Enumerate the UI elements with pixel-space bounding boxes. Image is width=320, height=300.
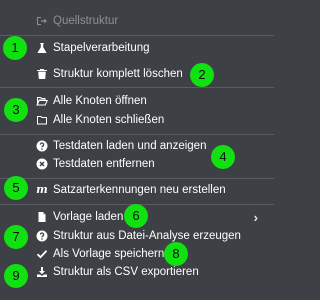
trash-icon	[36, 68, 48, 80]
times-circle-icon	[36, 158, 48, 170]
menu-item-label: Vorlage laden	[53, 211, 124, 223]
menu-item-datei-analyse[interactable]: Struktur aus Datei-Analyse erzeugen	[36, 227, 274, 245]
menu-item-knoten-schliessen[interactable]: Alle Knoten schließen	[36, 111, 274, 129]
annotation-badge-4: 4	[211, 145, 235, 169]
menu-separator	[0, 87, 274, 88]
menu-item-label: Satzarterkennungen neu erstellen	[53, 184, 226, 196]
m-icon: m	[36, 183, 48, 196]
menu-item-label: Struktur aus Datei-Analyse erzeugen	[53, 230, 241, 242]
annotation-badge-6: 6	[124, 204, 148, 228]
menu-separator	[0, 134, 274, 135]
menu-item-label: Stapelverarbeitung	[53, 42, 150, 54]
question-circle-icon	[36, 230, 48, 242]
chevron-right-icon: ›	[253, 210, 258, 225]
annotation-badge-2: 2	[190, 63, 214, 87]
menu-separator	[0, 178, 274, 179]
annotation-badge-3: 3	[4, 98, 28, 122]
menu-item-struktur-loeschen[interactable]: Struktur komplett löschen	[36, 65, 274, 83]
menu-item-stapelverarbeitung[interactable]: Stapelverarbeitung	[36, 39, 274, 57]
menu-item-vorlage-speichern[interactable]: Als Vorlage speichern	[36, 245, 274, 263]
menu-item-label: Alle Knoten öffnen	[53, 95, 147, 107]
menu-item-csv-exportieren[interactable]: Struktur als CSV exportieren	[36, 263, 274, 281]
annotation-badge-5: 5	[4, 176, 28, 200]
flask-icon	[36, 42, 48, 54]
folder-open-icon	[36, 95, 48, 107]
download-icon	[36, 266, 48, 278]
menu-separator	[0, 35, 274, 36]
annotation-badge-7: 7	[4, 225, 28, 249]
annotation-badge-9: 9	[4, 264, 28, 288]
annotation-badge-8: 8	[164, 242, 188, 266]
sign-out-icon	[36, 15, 48, 27]
question-circle-icon	[36, 140, 48, 152]
menu-item-label: Alle Knoten schließen	[53, 114, 165, 126]
menu-item-label: Struktur komplett löschen	[53, 68, 183, 80]
menu-item-label: Als Vorlage speichern	[53, 248, 165, 260]
menu-item-knoten-oeffnen[interactable]: Alle Knoten öffnen	[36, 92, 274, 110]
menu-item-quellstruktur: Quellstruktur	[36, 12, 274, 30]
menu-item-satzarterkennungen[interactable]: m Satzarterkennungen neu erstellen	[36, 181, 274, 199]
menu-item-label: Quellstruktur	[53, 15, 119, 27]
check-icon	[36, 248, 48, 260]
file-icon	[36, 211, 48, 223]
menu-item-testdaten-laden[interactable]: Testdaten laden und anzeigen	[36, 137, 274, 155]
annotation-badge-1: 1	[3, 36, 27, 60]
menu-item-label: Testdaten laden und anzeigen	[53, 140, 207, 152]
menu-item-vorlage-laden[interactable]: Vorlage laden ›	[36, 208, 274, 226]
menu-item-testdaten-entfernen[interactable]: Testdaten entfernen	[36, 155, 274, 173]
menu-item-label: Testdaten entfernen	[53, 158, 155, 170]
folder-icon	[36, 114, 48, 126]
